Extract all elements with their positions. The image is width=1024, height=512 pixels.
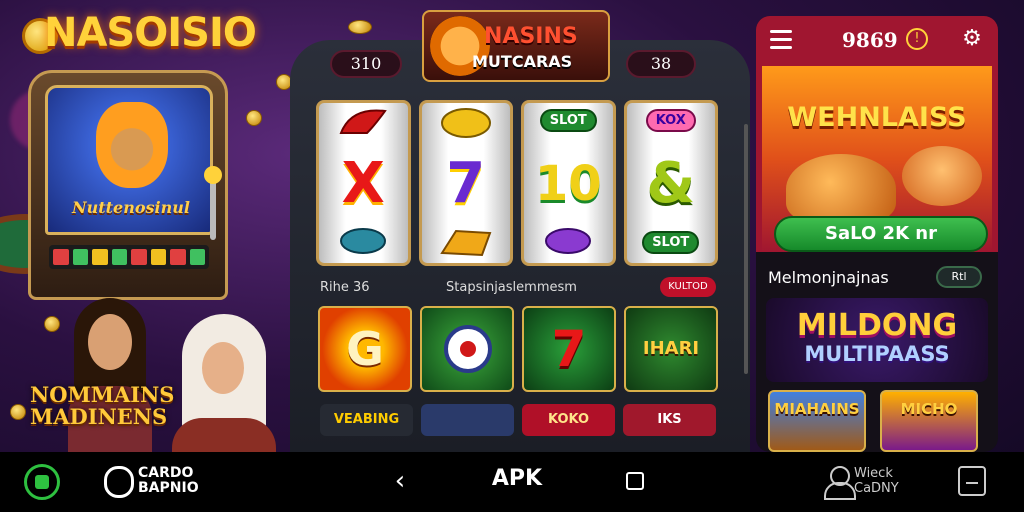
game-logo-line2: MUTCARAS (472, 52, 573, 71)
game-logo: NASINS MUTCARAS (422, 10, 610, 82)
row-label-center: Stapsinjaslemmesm (446, 280, 577, 295)
lever-icon (204, 166, 222, 240)
game-tile[interactable] (420, 306, 514, 392)
brand-logo[interactable]: NASOISIO (22, 10, 262, 66)
tile-glyph: IHARI (642, 338, 700, 359)
slot-reels[interactable]: X 7 SLOT 10 KOX & SLOT (316, 100, 718, 266)
bottom-tile[interactable]: VEABING (320, 404, 413, 436)
brand-mark-icon[interactable] (104, 466, 134, 498)
reel-symbol: & (646, 151, 696, 216)
section-pill[interactable]: Rtl (936, 266, 982, 288)
banner-line1: MILDONG (796, 308, 958, 343)
bottom-tiles[interactable]: VEABING KOKO IKS (320, 404, 716, 436)
reel-3[interactable]: SLOT 10 (521, 100, 616, 266)
slot-pill: SLOT (642, 231, 700, 254)
reel-symbol: 7 (446, 151, 486, 216)
reel-symbol: X (341, 151, 385, 216)
game-tile[interactable]: 7 (522, 306, 616, 392)
game-logo-line1: NASINS (484, 24, 578, 49)
row-label-left: Rihe 36 (320, 280, 370, 295)
purple-gem-icon (524, 223, 613, 263)
reel-4[interactable]: KOX & SLOT (623, 100, 718, 266)
reel-2[interactable]: 7 (418, 100, 513, 266)
apk-label[interactable]: APK (484, 466, 550, 491)
brand-logo-text: NASOISIO (44, 10, 257, 56)
reel-1[interactable]: X (316, 100, 411, 266)
balance-value: 9869 (842, 28, 898, 52)
ladies-title-line2: MADINENS (30, 404, 168, 429)
secondary-banner[interactable]: MILDONG MULTIPAASS (766, 298, 988, 382)
game-card[interactable]: MICHO (880, 390, 978, 452)
scrollbar[interactable] (744, 124, 748, 374)
promo-button[interactable]: SaLO 2K nr (774, 216, 988, 252)
lion-illustration (786, 154, 896, 224)
ladies-title: NOMMAINS MADINENS (30, 384, 210, 428)
bottom-tile[interactable]: KOKO (522, 404, 615, 436)
gold-bar-icon (422, 223, 511, 263)
slot-machine-illustration: Nuttenosinul (28, 70, 228, 300)
section-title: Melmonjnajnas (768, 268, 889, 287)
coin-icon (348, 20, 372, 34)
nav-brand-line2: BAPNIO (138, 480, 199, 496)
tile-glyph: 7 (551, 320, 587, 378)
game-tile[interactable]: IHARI (624, 306, 718, 392)
promo-title: WEHNLAISS (787, 102, 967, 133)
game-card[interactable]: MIAHAINS (768, 390, 866, 452)
coin-icon (10, 404, 26, 420)
game-tile[interactable]: G (318, 306, 412, 392)
casino-scene: NASOISIO Nuttenosinul NOMMAINS MADINENS (0, 0, 300, 452)
back-icon[interactable]: ‹ (388, 466, 412, 496)
bottom-tile[interactable]: IKS (623, 404, 716, 436)
promo-banner[interactable]: WEHNLAISS SaLO 2K nr (756, 66, 998, 252)
user-text-line1: Wieck (854, 466, 893, 481)
gear-icon[interactable]: ⚙ (960, 28, 984, 52)
row-badge[interactable]: KULTOD (660, 277, 716, 297)
slot-machine-screen: Nuttenosinul (45, 85, 213, 235)
bottom-navbar: CARDO BAPNIO ‹ APK Wieck CaDNY (0, 452, 1024, 512)
poker-chip-icon (422, 308, 512, 390)
hamburger-menu-icon[interactable] (770, 30, 792, 49)
red-mouth-icon (319, 105, 408, 143)
tile-glyph: G (346, 322, 384, 376)
lemon-icon (422, 105, 511, 143)
phone-header: 9869 ! ⚙ (756, 16, 998, 66)
game-tiles[interactable]: G 7 IHARI (318, 306, 718, 392)
recent-apps-icon[interactable] (626, 472, 644, 490)
hostess-right (172, 314, 276, 452)
info-icon[interactable]: ! (906, 28, 928, 50)
bottom-tile[interactable] (421, 404, 514, 436)
machine-buttons (49, 245, 209, 269)
banner-line2: MULTIPAASS (804, 342, 950, 366)
menu-icon[interactable] (958, 466, 986, 496)
left-counter: 310 (330, 50, 402, 78)
machine-title: Nuttenosinul (72, 198, 190, 217)
nav-brand-line1: CARDO (138, 465, 194, 481)
reel-symbol: 10 (534, 156, 602, 212)
nav-brand[interactable]: CARDO BAPNIO (138, 466, 199, 496)
tiger-illustration (902, 146, 982, 206)
portrait-illustration (96, 102, 168, 188)
slot-pill: SLOT (539, 109, 597, 132)
teal-fish-icon (319, 223, 408, 263)
phone-panel: 9869 ! ⚙ WEHNLAISS SaLO 2K nr Melmonjnaj… (756, 16, 998, 452)
user-icon[interactable] (824, 466, 856, 500)
right-counter: 38 (626, 50, 696, 78)
app-icon[interactable] (24, 464, 60, 500)
game-card-label: MICHO (900, 400, 958, 418)
user-text-line2: CaDNY (854, 481, 899, 496)
ladies-title-line1: NOMMAINS (30, 382, 175, 407)
game-card-label: MIAHAINS (774, 400, 860, 418)
user-text[interactable]: Wieck CaDNY (854, 466, 899, 496)
kox-pill: KOX (645, 109, 696, 132)
coin-icon (246, 110, 262, 126)
